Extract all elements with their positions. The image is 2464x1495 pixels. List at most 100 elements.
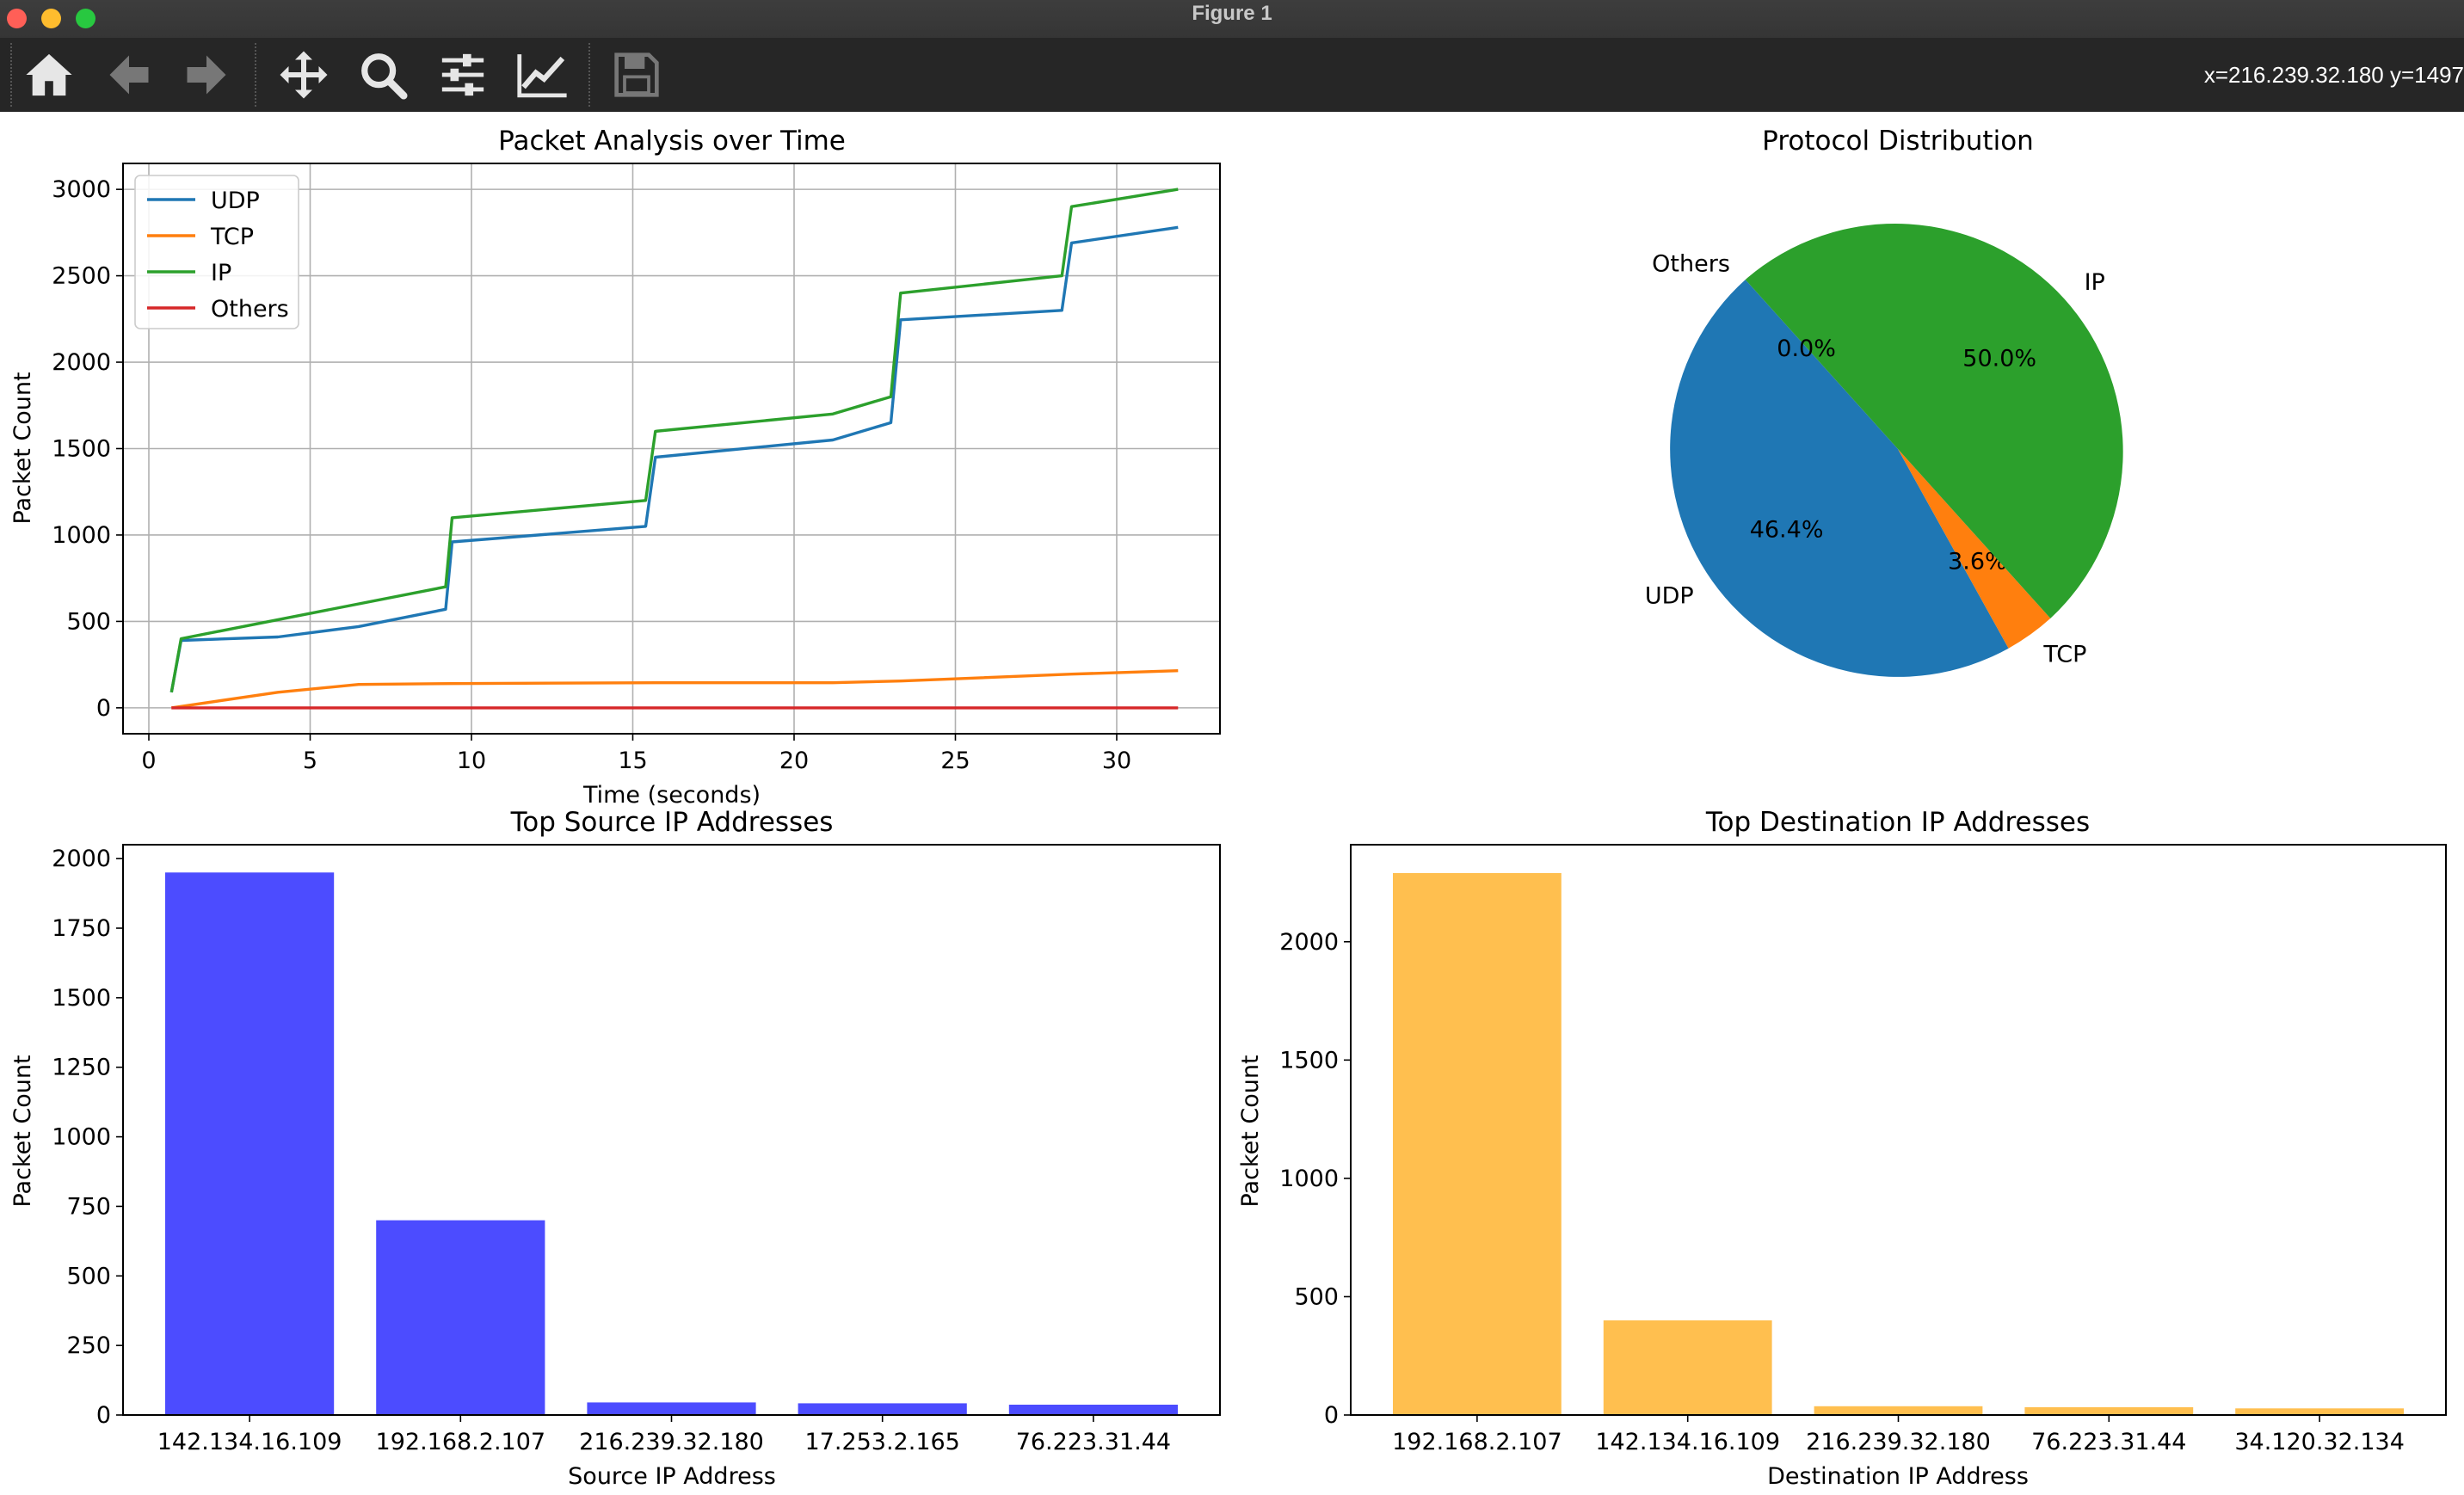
pan-button[interactable]	[274, 46, 334, 103]
back-button[interactable]	[99, 46, 159, 103]
source-y-tick-label: 1000	[52, 1124, 111, 1151]
destination-bar-chart-panel: Top Destination IP Addresses 0 500 1000 150…	[1237, 807, 2447, 1490]
pie-pct-label: 50.0%	[1962, 346, 2036, 372]
series-line-tcp	[171, 669, 1179, 710]
source-x-tick-label: 17.253.2.165	[805, 1429, 960, 1455]
line-chart-panel: Packet Analysis over Time 0 5 10 15 20 25 30 0…	[9, 126, 1221, 809]
pie-chart-title: Protocol Distribution	[1762, 126, 2034, 157]
home-icon	[26, 53, 72, 96]
destination-bar	[1814, 1406, 1983, 1415]
source-bar	[376, 1220, 545, 1415]
sliders-icon	[441, 53, 484, 96]
x-tick-label: 15	[618, 748, 647, 774]
source-y-tick-label: 0	[96, 1402, 111, 1429]
y-tick-label: 2500	[52, 263, 111, 290]
window-title: Figure 1	[1192, 2, 1272, 25]
x-tick-label: 25	[940, 748, 970, 774]
source-y-tick-label: 1250	[52, 1055, 111, 1081]
pie-slice-label: Others	[1652, 250, 1730, 277]
destination-bar	[1393, 873, 1562, 1415]
line-chart-xlabel: Time (seconds)	[582, 782, 761, 809]
save-button[interactable]	[607, 46, 667, 103]
pie-pct-label: 0.0%	[1777, 335, 1836, 362]
arrow-left-icon	[109, 55, 149, 95]
edit-axis-button[interactable]	[512, 46, 572, 103]
y-tick-label: 1500	[52, 436, 111, 463]
destination-bar	[2235, 1408, 2404, 1415]
line-chart-icon	[517, 54, 567, 98]
destination-bar-chart-title: Top Destination IP Addresses	[1705, 807, 2090, 838]
source-bar-chart-ylabel: Packet Count	[9, 1055, 36, 1207]
y-tick-label: 1000	[52, 522, 111, 549]
y-tick-label: 0	[96, 695, 111, 722]
x-tick-label: 30	[1102, 748, 1131, 774]
line-chart-legend: UDP TCP IP Others	[134, 175, 299, 329]
x-tick-label: 5	[303, 748, 317, 774]
source-bar-chart-body: 0 250 500 750 1000 1250 1500 1750 2000 142.134.16…	[52, 844, 1221, 1455]
source-x-tick-label: 192.168.2.107	[376, 1429, 546, 1455]
x-tick-label: 0	[141, 748, 156, 774]
source-bar	[587, 1402, 756, 1415]
series-line-ip	[169, 188, 1179, 693]
pie-pct-label: 46.4%	[1750, 516, 1824, 543]
floppy-disk-icon	[614, 52, 659, 97]
destination-y-tick-label: 1500	[1279, 1047, 1339, 1074]
x-tick-label: 10	[457, 748, 486, 774]
legend-label: UDP	[211, 188, 260, 214]
line-chart-x-ticks: 0 5 10 15 20 25 30	[141, 734, 1131, 774]
y-tick-label: 2000	[52, 349, 111, 376]
line-chart-ylabel: Packet Count	[9, 372, 36, 524]
destination-bar	[1603, 1320, 1772, 1415]
destination-y-tick-label: 2000	[1279, 929, 1339, 956]
source-y-tick-label: 1500	[52, 985, 111, 1012]
source-y-tick-label: 2000	[52, 846, 111, 872]
pie-chart-panel: Protocol Distribution 46.4%UDP3.6%TCP50.…	[1645, 126, 2123, 677]
home-button[interactable]	[19, 46, 79, 103]
line-chart-y-ticks: 0 500 1000 1500 2000 2500 3000	[52, 176, 123, 722]
forward-button[interactable]	[176, 46, 237, 103]
source-bar-chart-xlabel: Source IP Address	[568, 1463, 776, 1490]
source-bar-chart-title: Top Source IP Addresses	[510, 807, 834, 838]
zoom-button[interactable]	[353, 46, 413, 103]
destination-x-tick-label: 34.120.32.134	[2234, 1429, 2405, 1455]
destination-bar-chart-xlabel: Destination IP Address	[1767, 1463, 2029, 1490]
line-chart-title: Packet Analysis over Time	[498, 126, 846, 157]
legend-label: IP	[211, 260, 231, 286]
destination-x-tick-label: 192.168.2.107	[1392, 1429, 1562, 1455]
toolbar-separator	[255, 43, 256, 107]
pie-slice-label: TCP	[2042, 641, 2086, 668]
legend-label: TCP	[210, 224, 254, 250]
source-y-tick-label: 250	[66, 1332, 111, 1359]
series-line-udp	[169, 225, 1179, 693]
destination-x-tick-label: 142.134.16.109	[1595, 1429, 1780, 1455]
destination-y-tick-label: 0	[1324, 1402, 1339, 1429]
pie-slice-label: UDP	[1645, 582, 1694, 609]
cursor-coordinates-readout: x=216.239.32.180 y=1497	[2203, 62, 2464, 88]
source-x-tick-label: 76.223.31.44	[1016, 1429, 1171, 1455]
y-tick-label: 500	[66, 608, 111, 635]
destination-x-tick-label: 76.223.31.44	[2031, 1429, 2186, 1455]
magnifier-icon	[361, 53, 408, 100]
figure-svg: Packet Analysis over Time 0 5 10 15 20 25 30 0…	[9, 126, 2447, 1490]
pie-chart-slices: 46.4%UDP3.6%TCP50.0%IP0.0%Others	[1645, 223, 2123, 677]
y-tick-label: 3000	[52, 176, 111, 203]
destination-x-tick-label: 216.239.32.180	[1806, 1429, 1991, 1455]
destination-y-tick-label: 500	[1294, 1283, 1339, 1310]
x-tick-label: 20	[779, 748, 809, 774]
arrow-right-icon	[187, 55, 226, 95]
toolbar-separator	[588, 43, 590, 107]
source-y-tick-label: 750	[66, 1193, 111, 1220]
destination-bar-chart-body: 0 500 1000 1500 2000 192.168.2.107 142.134.16.…	[1279, 844, 2447, 1455]
source-bar	[1008, 1405, 1178, 1415]
pie-slice-label: IP	[2085, 269, 2105, 296]
destination-bar-chart-ylabel: Packet Count	[1237, 1055, 1264, 1207]
legend-label: Others	[211, 296, 289, 323]
source-y-tick-label: 1750	[52, 915, 111, 942]
figure-canvas: Packet Analysis over Time 0 5 10 15 20 25 30 0…	[0, 112, 2464, 1495]
source-bar	[798, 1403, 967, 1415]
navigation-toolbar: x=216.239.32.180 y=1497	[0, 38, 2464, 112]
window-titlebar: Figure 1	[0, 0, 2464, 39]
destination-bar	[2024, 1406, 2194, 1415]
configure-subplots-button[interactable]	[433, 46, 493, 103]
destination-y-tick-label: 1000	[1279, 1166, 1339, 1192]
